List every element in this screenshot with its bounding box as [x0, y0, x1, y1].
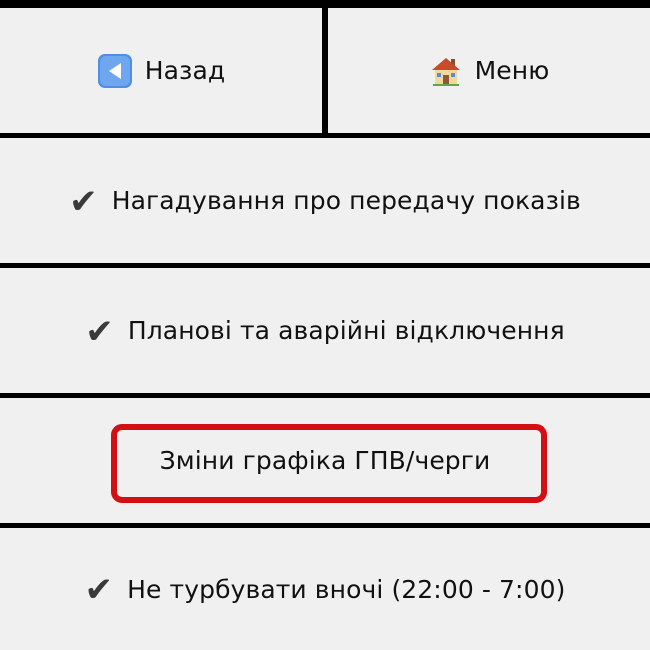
checkmark-icon: ✔	[69, 181, 98, 222]
back-button-label: Назад	[144, 56, 226, 85]
option-label: Нагадування про передачу показів	[111, 186, 581, 215]
do-not-disturb-option-button[interactable]: ✔ Не турбувати вночі (22:00 - 7:00)	[0, 528, 650, 650]
option-label: Планові та аварійні відключення	[127, 316, 565, 345]
menu-button-label: Меню	[474, 56, 550, 85]
schedule-changes-option-button[interactable]: Зміни графіка ГПВ/черги	[0, 398, 650, 523]
option-label: Не турбувати вночі (22:00 - 7:00)	[127, 574, 566, 604]
outages-option-button[interactable]: ✔ Планові та аварійні відключення	[0, 268, 650, 393]
house-icon	[429, 54, 463, 88]
back-arrow-icon	[97, 53, 133, 89]
keyboard-grid: Назад Меню ✔ Нагадування про передачу по…	[0, 0, 650, 650]
menu-button[interactable]: Меню	[328, 8, 650, 133]
checkmark-icon: ✔	[85, 311, 114, 352]
checkmark-icon: ✔	[84, 570, 114, 610]
back-button[interactable]: Назад	[0, 8, 322, 133]
option-label: Зміни графіка ГПВ/черги	[159, 446, 491, 475]
reminders-option-button[interactable]: ✔ Нагадування про передачу показів	[0, 138, 650, 263]
